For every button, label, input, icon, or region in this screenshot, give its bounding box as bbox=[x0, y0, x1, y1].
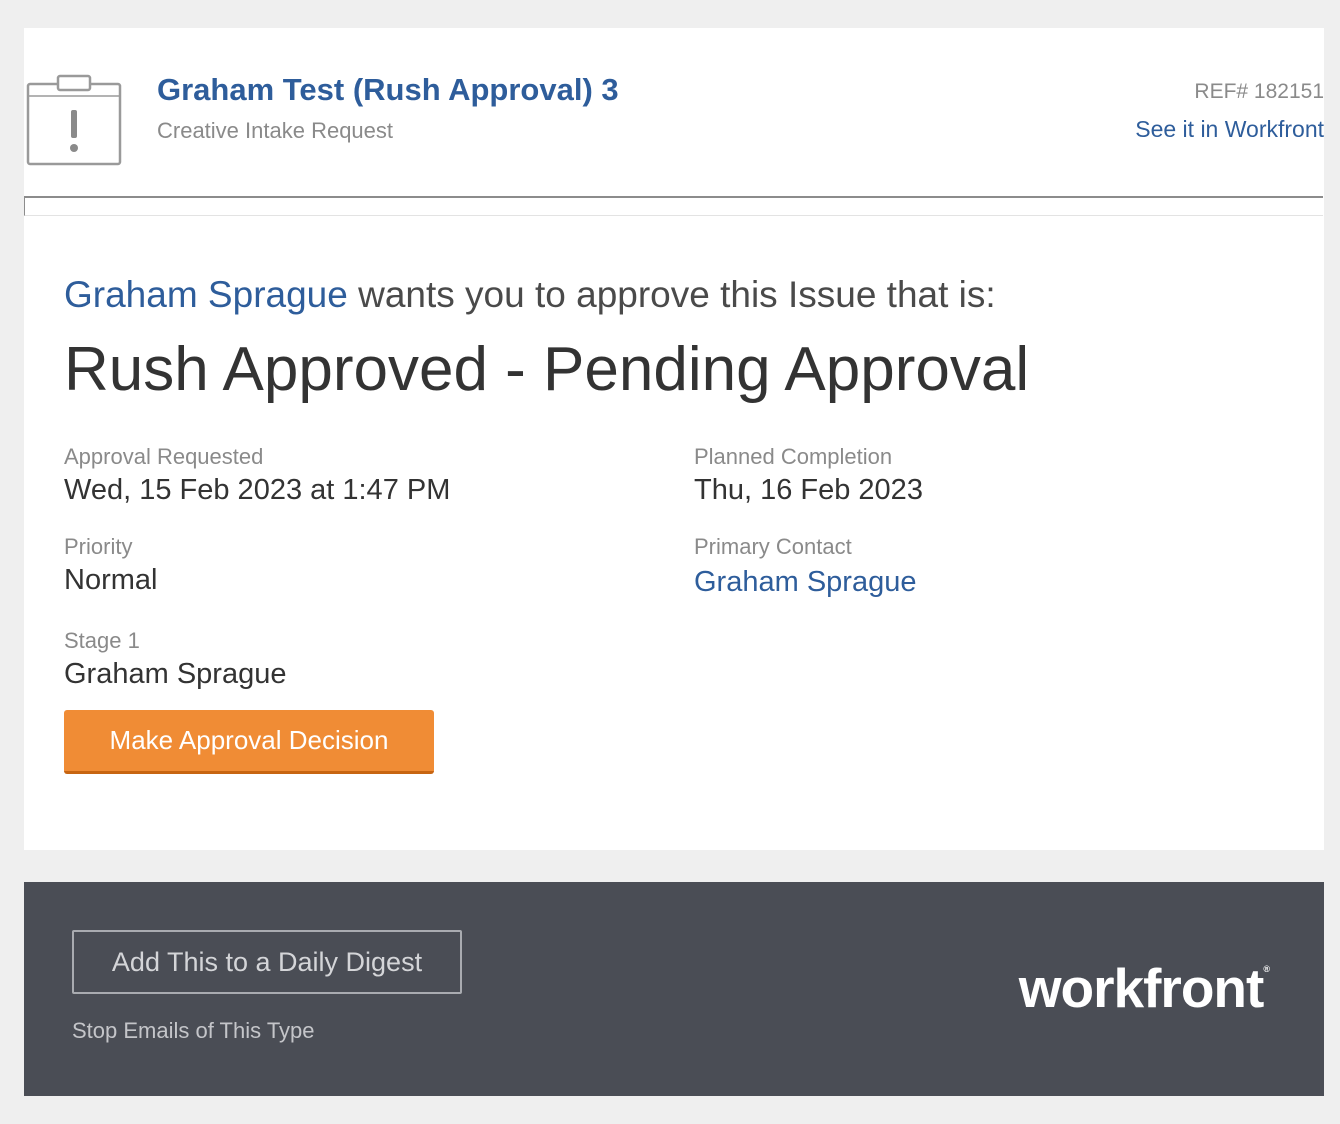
header-divider bbox=[24, 196, 1324, 218]
stage-value: Graham Sprague bbox=[64, 658, 287, 690]
stop-emails-link[interactable]: Stop Emails of This Type bbox=[72, 1018, 315, 1044]
issue-type: Creative Intake Request bbox=[157, 118, 394, 143]
issue-status: Rush Approved - Pending Approval bbox=[64, 335, 1030, 404]
registered-mark: ® bbox=[1263, 964, 1270, 974]
divider-line bbox=[24, 196, 1323, 216]
planned-completion-label: Planned Completion bbox=[694, 444, 893, 469]
stage-label: Stage 1 bbox=[64, 628, 140, 653]
see-in-workfront-link[interactable]: See it in Workfront bbox=[1135, 116, 1324, 143]
primary-contact-link[interactable]: Graham Sprague bbox=[694, 566, 916, 599]
workfront-logo: workfront® bbox=[1019, 956, 1270, 1020]
requester-name[interactable]: Graham Sprague bbox=[64, 274, 348, 315]
primary-contact-label: Primary Contact bbox=[694, 534, 852, 559]
priority-label: Priority bbox=[64, 534, 133, 559]
request-line: Graham Sprague wants you to approve this… bbox=[64, 274, 996, 316]
approval-requested-value: Wed, 15 Feb 2023 at 1:47 PM bbox=[64, 474, 451, 506]
planned-completion-value: Thu, 16 Feb 2023 bbox=[694, 474, 923, 506]
clipboard-alert-icon bbox=[26, 74, 122, 166]
email-header: Graham Test (Rush Approval) 3 Creative I… bbox=[24, 28, 1324, 196]
ref-number: REF# 182151 bbox=[1194, 80, 1324, 103]
priority-value: Normal bbox=[64, 564, 158, 596]
email-footer: Add This to a Daily Digest Stop Emails o… bbox=[24, 882, 1324, 1096]
add-to-daily-digest-button[interactable]: Add This to a Daily Digest bbox=[72, 930, 462, 994]
make-approval-decision-button[interactable]: Make Approval Decision bbox=[64, 710, 434, 774]
issue-title-link[interactable]: Graham Test (Rush Approval) 3 bbox=[157, 72, 619, 108]
request-text: wants you to approve this Issue that is: bbox=[347, 274, 996, 315]
approval-card: Graham Sprague wants you to approve this… bbox=[24, 218, 1324, 850]
brand-wordmark: workfront bbox=[1018, 957, 1265, 1019]
approval-requested-label: Approval Requested bbox=[64, 444, 264, 469]
